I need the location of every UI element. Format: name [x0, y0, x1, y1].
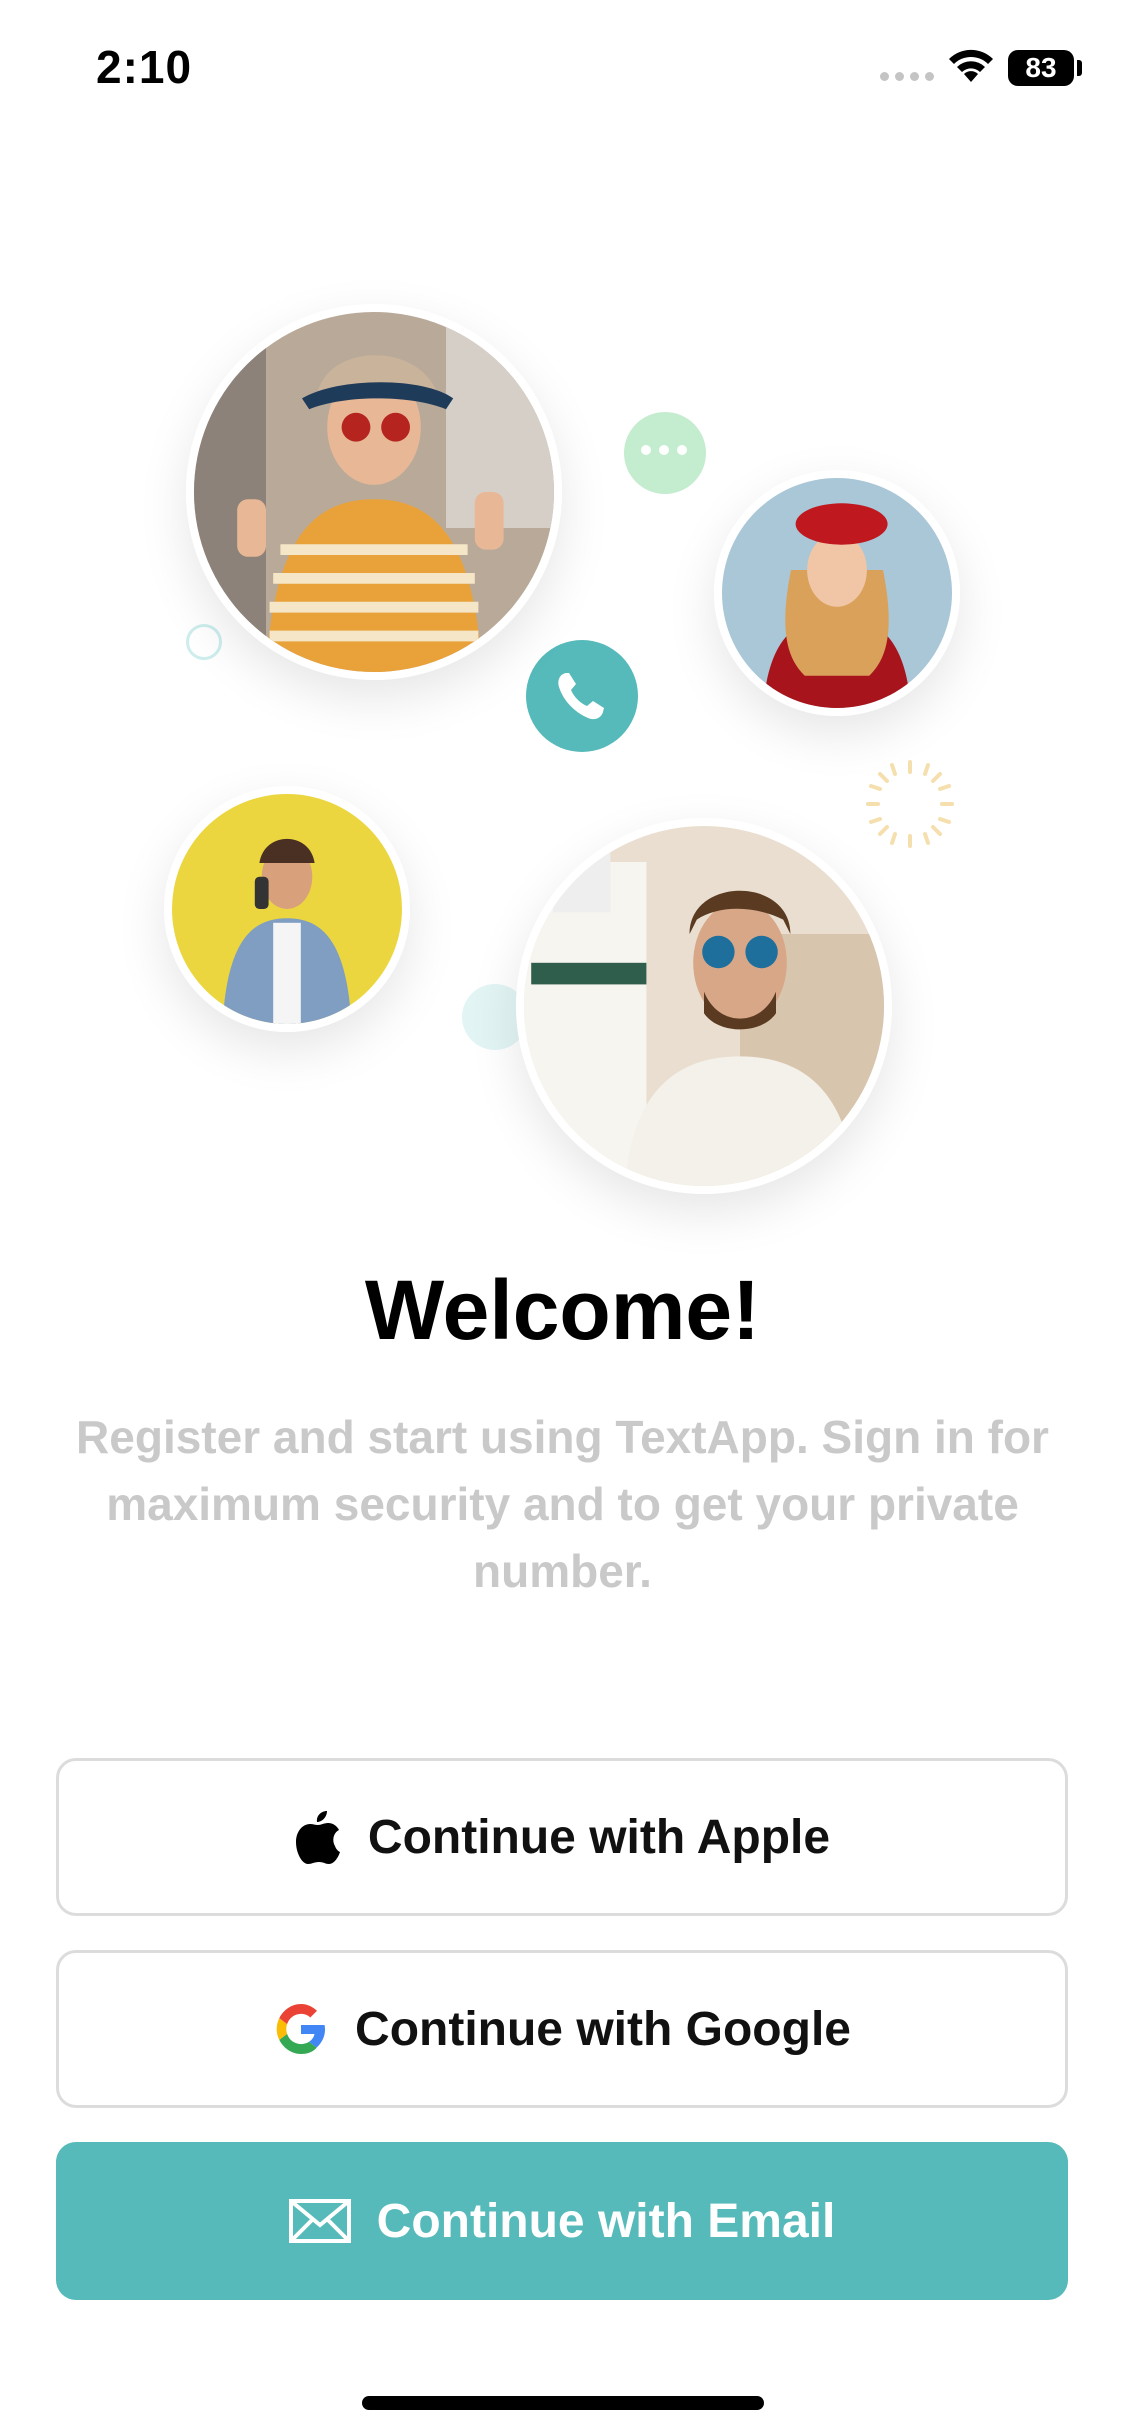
user-photo-woman-beret	[714, 470, 960, 716]
phone-call-icon	[526, 640, 638, 752]
user-photo-man-yellow	[164, 786, 410, 1032]
welcome-subtitle: Register and start using TextApp. Sign i…	[76, 1411, 1049, 1597]
home-indicator[interactable]	[362, 2396, 764, 2410]
battery-indicator: 83	[1008, 50, 1074, 86]
sparkle-icon	[866, 760, 954, 848]
decorative-ring	[186, 624, 222, 660]
apple-button-label: Continue with Apple	[367, 1810, 831, 1864]
continue-with-apple-button[interactable]: Continue with Apple	[56, 1758, 1068, 1916]
continue-with-google-button[interactable]: Continue with Google	[56, 1950, 1068, 2108]
mail-icon	[288, 2199, 351, 2243]
continue-with-email-button[interactable]: Continue with Email	[56, 2142, 1068, 2300]
user-photo-woman-hat	[186, 304, 562, 680]
google-button-label: Continue with Google	[355, 2002, 851, 2056]
email-button-label: Continue with Email	[376, 2194, 836, 2248]
user-photo-man-sunglasses	[516, 818, 892, 1194]
wifi-icon	[949, 49, 993, 82]
page-title: Welcome!	[364, 1263, 761, 1357]
apple-icon	[295, 1811, 340, 1864]
battery-cap	[1077, 60, 1082, 76]
google-icon	[276, 2004, 326, 2054]
chat-dots-icon	[641, 445, 687, 455]
status-time: 2:10	[96, 41, 193, 93]
cellular-signal-icon	[880, 72, 934, 81]
